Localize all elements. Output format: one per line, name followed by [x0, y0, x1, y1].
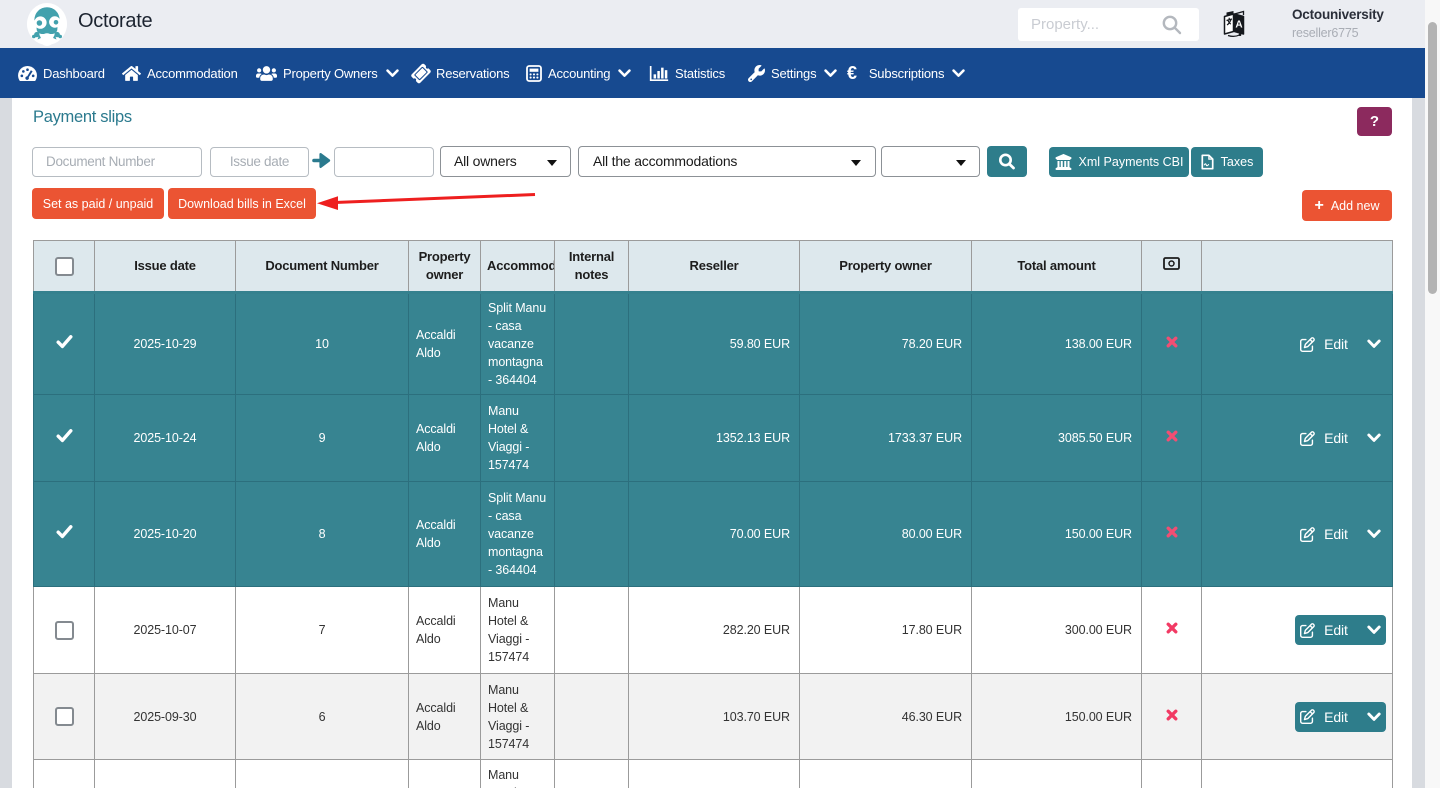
svg-text:A: A [1235, 20, 1242, 31]
